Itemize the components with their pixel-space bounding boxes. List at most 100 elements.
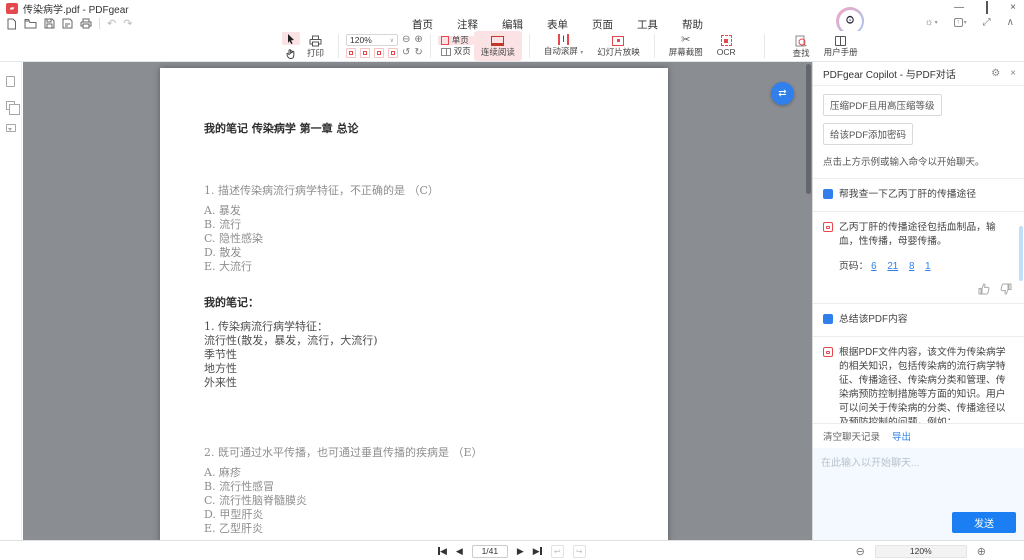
zoom-select[interactable]: 120%∨ — [346, 34, 398, 46]
rotate-right-icon[interactable]: ↻ — [414, 48, 422, 58]
previous-view-icon[interactable]: ↩ — [551, 545, 564, 558]
example-chip-password[interactable]: 给该PDF添加密码 — [823, 123, 913, 145]
fit-width-icon[interactable] — [346, 48, 356, 58]
pdf-page[interactable]: 我的笔记 传染病学 第一章 总论 1. 描述传染病流行病学特征，不正确的是 （C… — [160, 68, 668, 540]
sidebar-scrollbar[interactable] — [1019, 226, 1023, 281]
thumbs-down-icon[interactable] — [1000, 283, 1012, 295]
doc-note-line: 季节性 — [204, 348, 624, 362]
last-page-button[interactable]: ▶ — [533, 546, 542, 557]
undo-icon[interactable]: ↶ — [107, 17, 116, 30]
ocr-button[interactable]: OCR — [710, 31, 743, 61]
actual-size-icon[interactable] — [388, 48, 398, 58]
left-panel-rail — [0, 62, 22, 540]
zoom-out-icon[interactable]: ⊖ — [402, 35, 410, 45]
fit-page-icon[interactable] — [360, 48, 370, 58]
clear-chat-button[interactable]: 清空聊天记录 — [823, 429, 880, 443]
share-icon[interactable]: ↑▾ — [954, 18, 967, 27]
print-quick-icon[interactable] — [80, 18, 92, 29]
save-icon[interactable] — [44, 18, 55, 29]
page-indicator[interactable]: 1/41 — [472, 545, 508, 558]
fit-height-icon[interactable] — [374, 48, 384, 58]
comments-panel-icon[interactable] — [5, 124, 16, 132]
window-controls: — × — [954, 2, 1016, 14]
copilot-hint: 点击上方示例或输入命令以开始聊天。 — [813, 152, 1024, 178]
zoom-control: ⊖ 120% ⊕ — [856, 541, 986, 560]
status-bar: ◀ ◀ 1/41 ▶ ▶ ↩ ↪ ⊖ 120% ⊕ — [0, 540, 1024, 560]
new-file-icon[interactable] — [6, 18, 17, 30]
send-button[interactable]: 发送 — [952, 512, 1016, 533]
convert-to-word-floating-button[interactable]: ⇄ — [771, 82, 794, 105]
ribbon-toolbar: 打印 120%∨ ⊖ ⊕ ↺ ↻ 单页 双页 连续阅读 — [0, 31, 1024, 62]
copilot-title: PDFgear Copilot - 与PDF对话 — [823, 66, 981, 81]
chat-input-area: 发送 — [813, 448, 1024, 540]
user-avatar-icon — [823, 314, 833, 324]
auto-scroll-icon: I — [558, 34, 569, 45]
bookmarks-panel-icon[interactable] — [5, 76, 16, 87]
single-page-button[interactable]: 单页 — [438, 36, 474, 45]
document-scrollbar[interactable] — [806, 64, 811, 194]
continuous-read-button[interactable]: 连续阅读 — [474, 31, 522, 61]
chat-bot-message: 乙丙丁肝的传播途径包括血制品，输血，性传播，母婴传播。 页码： 6 21 8 1 — [813, 212, 1024, 281]
doc-note-line: 流行性(散发，暴发，流行，大流行) — [204, 334, 624, 348]
page-link[interactable]: 6 — [871, 261, 876, 272]
divider — [99, 18, 100, 29]
maximize-button[interactable] — [986, 2, 988, 14]
redo-icon[interactable]: ↷ — [123, 17, 132, 30]
page-link[interactable]: 21 — [887, 261, 898, 272]
close-button[interactable]: × — [1010, 2, 1016, 14]
page-link[interactable]: 1 — [925, 261, 930, 272]
pdfgear-window: ▰ 传染病学.pdf - PDFgear — × ↶ ↷ 首页 注释 编辑 表单… — [0, 0, 1024, 560]
hand-tool-button[interactable] — [282, 47, 300, 60]
doc-option: A. 麻疹 — [204, 466, 624, 480]
slideshow-button[interactable]: 幻灯片放映 — [590, 31, 647, 61]
next-view-icon[interactable]: ↪ — [573, 545, 586, 558]
copilot-settings-icon[interactable]: ⚙ — [991, 68, 1000, 79]
fullscreen-icon[interactable]: ⤢ — [983, 17, 991, 28]
zoom-in-icon[interactable]: ⊕ — [414, 35, 422, 45]
first-page-button[interactable]: ◀ — [438, 546, 447, 557]
screenshot-button[interactable]: ✂ 屏幕截图 — [662, 31, 710, 61]
doc-option: D. 甲型肝炎 — [204, 508, 624, 522]
doc-option: B. 流行性感冒 — [204, 480, 624, 494]
thumbs-up-icon[interactable] — [978, 283, 990, 295]
copilot-close-icon[interactable]: × — [1010, 68, 1016, 79]
page-link[interactable]: 8 — [909, 261, 914, 272]
pdf-file-icon: ▰ — [6, 3, 18, 14]
zoom-level[interactable]: 120% — [875, 545, 967, 558]
rotate-left-icon[interactable]: ↺ — [402, 48, 410, 58]
thumbnails-panel-icon[interactable] — [5, 101, 16, 110]
print-button[interactable]: 打印 — [300, 31, 331, 61]
search-icon — [795, 35, 807, 47]
theme-icon[interactable]: ☼▾ — [924, 17, 937, 28]
zoom-out-status-icon[interactable]: ⊖ — [856, 545, 865, 558]
save-as-icon[interactable] — [62, 18, 73, 29]
select-cursor-button[interactable] — [282, 32, 300, 45]
page-layout-group: 单页 双页 — [438, 31, 474, 61]
open-file-icon[interactable] — [24, 18, 37, 29]
page-navigation: ◀ ◀ 1/41 ▶ ▶ ↩ ↪ — [438, 541, 586, 560]
chat-actions-row: 清空聊天记录 导出 — [813, 423, 1024, 448]
feedback-row — [813, 281, 1024, 303]
doc-option: C. 隐性感染 — [204, 232, 624, 246]
chat-user-message: 帮我查一下乙丙丁肝的传播途径 — [813, 179, 1024, 211]
chat-input[interactable] — [821, 454, 1016, 509]
window-title: 传染病学.pdf - PDFgear — [23, 1, 129, 16]
titlebar: ▰ 传染病学.pdf - PDFgear — × — [0, 0, 1024, 17]
slideshow-icon — [612, 36, 624, 46]
document-viewport[interactable]: 我的笔记 传染病学 第一章 总论 1. 描述传染病流行病学特征，不正确的是 （C… — [23, 62, 812, 540]
previous-page-button[interactable]: ◀ — [456, 546, 463, 557]
doc-heading: 我的笔记 传染病学 第一章 总论 — [204, 120, 624, 136]
copilot-chat-scroll[interactable]: 压缩PDF且用高压缩等级 给该PDF添加密码 点击上方示例或输入命令以开始聊天。… — [813, 86, 1024, 423]
minimize-button[interactable]: — — [954, 2, 964, 14]
auto-scroll-button[interactable]: I 自动滚屏 ▾ — [537, 31, 590, 61]
zoom-in-status-icon[interactable]: ⊕ — [977, 545, 986, 558]
next-page-button[interactable]: ▶ — [517, 546, 524, 557]
find-button[interactable]: 查找 — [786, 31, 817, 61]
collapse-ribbon-icon[interactable]: ∧ — [1007, 17, 1014, 28]
user-manual-button[interactable]: 用户手册 — [817, 31, 865, 61]
double-page-button[interactable]: 双页 — [438, 47, 474, 56]
export-chat-button[interactable]: 导出 — [892, 429, 911, 443]
doc-option: C. 流行性脑脊髓膜炎 — [204, 494, 624, 508]
example-chip-compress[interactable]: 压缩PDF且用高压缩等级 — [823, 94, 942, 116]
doc-notes-title: 我的笔记： — [204, 294, 624, 310]
